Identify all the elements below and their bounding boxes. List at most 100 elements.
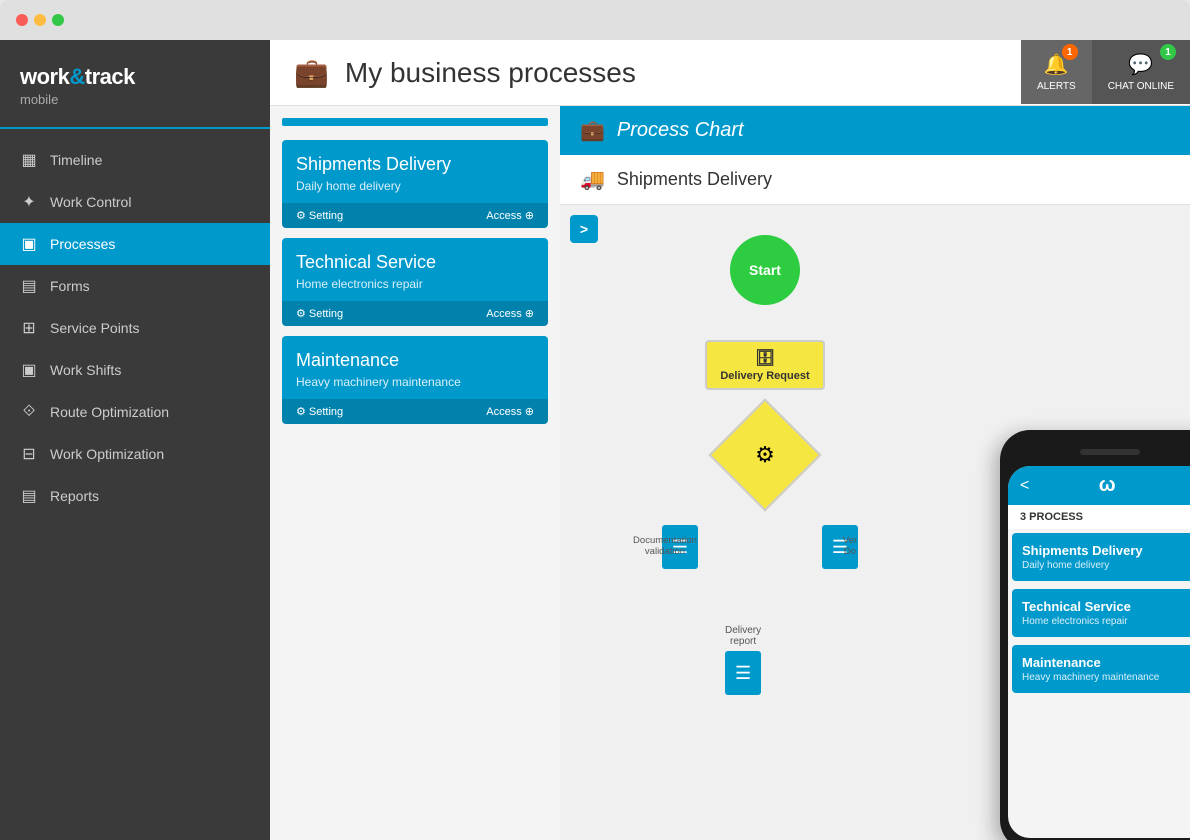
reports-icon: ▤ [20, 487, 38, 505]
access-link-shipments[interactable]: Access ⊕ [486, 209, 534, 222]
fullscreen-dot[interactable] [52, 14, 64, 26]
route-optimization-icon: ⟐ [20, 403, 38, 421]
phone-process-count: 3 PROCESS [1008, 505, 1190, 529]
sidebar-item-label: Work Optimization [50, 446, 164, 462]
page-title: My business processes [345, 57, 636, 89]
chart-subheader: 🚚 Shipments Delivery [560, 155, 1190, 205]
phone-screen: < ω 3 PROCESS Shipments Delivery Daily h… [1008, 466, 1190, 838]
browser-chrome [0, 0, 1190, 40]
chart-briefcase-icon: 💼 [580, 118, 605, 143]
phone-item-title: Technical Service [1022, 599, 1190, 614]
chart-header: 💼 Process Chart [560, 106, 1190, 155]
chat-icon: 💬 [1128, 52, 1153, 77]
phone-item-title: Maintenance [1022, 655, 1190, 670]
process-card-technical[interactable]: Technical Service Home electronics repai… [282, 238, 548, 326]
phone-logo: ω [1099, 474, 1115, 497]
doc-validation-label: Documentationvalidation [610, 535, 720, 557]
start-label: Start [749, 262, 781, 278]
phone-header: < ω [1008, 466, 1190, 505]
process-top-bar [282, 118, 548, 126]
phone-item-title: Shipments Delivery [1022, 543, 1190, 558]
process-subtitle-shipments: Daily home delivery [296, 179, 534, 193]
logo-subtitle: mobile [20, 92, 250, 107]
access-link-maintenance[interactable]: Access ⊕ [486, 405, 534, 418]
app-window: work&track mobile ▦ Timeline ✦ Work Cont… [0, 40, 1190, 840]
sidebar-item-label: Timeline [50, 152, 102, 168]
header-actions: 1 🔔 ALERTS 1 💬 CHAT ONLINE [1021, 40, 1190, 104]
phone-item-subtitle: Home electronics repair [1022, 616, 1190, 627]
phone-item-subtitle: Daily home delivery [1022, 560, 1190, 571]
sidebar-item-label: Processes [50, 236, 115, 252]
alerts-button[interactable]: 1 🔔 ALERTS [1021, 40, 1092, 104]
timeline-icon: ▦ [20, 151, 38, 169]
delivery-report-label: Deliveryreport [725, 625, 761, 647]
start-node: Start [730, 235, 800, 305]
sidebar-logo: work&track mobile [0, 40, 270, 129]
delivery-request-node: 🗄 Delivery Request [705, 340, 825, 390]
sidebar-nav: ▦ Timeline ✦ Work Control ▣ Processes ▤ … [0, 129, 270, 840]
setting-link-shipments[interactable]: ⚙ Setting [296, 209, 343, 222]
setting-link-technical[interactable]: ⚙ Setting [296, 307, 343, 320]
process-title-shipments: Shipments Delivery [296, 154, 534, 175]
work-shifts-icon: ▣ [20, 361, 38, 379]
sidebar-item-label: Work Shifts [50, 362, 121, 378]
truck-icon: 🚚 [580, 167, 605, 192]
alerts-badge: 1 [1062, 44, 1078, 60]
process-subtitle-technical: Home electronics repair [296, 277, 534, 291]
chat-badge: 1 [1160, 44, 1176, 60]
sidebar-item-label: Service Points [50, 320, 139, 336]
process-card-shipments[interactable]: Shipments Delivery Daily home delivery ⚙… [282, 140, 548, 228]
processes-icon: ▣ [20, 235, 38, 253]
sidebar: work&track mobile ▦ Timeline ✦ Work Cont… [0, 40, 270, 840]
work-control-icon: ✦ [20, 193, 38, 211]
process-title-maintenance: Maintenance [296, 350, 534, 371]
browser-dots [16, 14, 64, 26]
delivery-report-form: Deliveryreport ☰ [725, 625, 761, 695]
sidebar-item-work-control[interactable]: ✦ Work Control [0, 181, 270, 223]
delivery-report-icon: ☰ [725, 651, 761, 695]
chat-label: CHAT ONLINE [1108, 81, 1174, 92]
process-subtitle-maintenance: Heavy machinery maintenance [296, 375, 534, 389]
alerts-label: ALERTS [1037, 81, 1076, 92]
delivery-request-label: Delivery Request [720, 370, 809, 382]
briefcase-icon: 💼 [294, 56, 329, 89]
sidebar-item-label: Forms [50, 278, 90, 294]
access-link-technical[interactable]: Access ⊕ [486, 307, 534, 320]
chat-button[interactable]: 1 💬 CHAT ONLINE [1092, 40, 1190, 104]
sidebar-item-work-shifts[interactable]: ▣ Work Shifts [0, 349, 270, 391]
setting-link-maintenance[interactable]: ⚙ Setting [296, 405, 343, 418]
phone-item-maintenance[interactable]: Maintenance Heavy machinery maintenance [1012, 645, 1190, 693]
main-content: 💼 My business processes 1 🔔 ALERTS 1 💬 C… [270, 40, 1190, 840]
process-card-maintenance[interactable]: Maintenance Heavy machinery maintenance … [282, 336, 548, 424]
share-icon: ⚙ [727, 417, 803, 493]
phone-notch [1008, 442, 1190, 462]
process-list: Shipments Delivery Daily home delivery ⚙… [270, 106, 560, 840]
phone-mockup: < ω 3 PROCESS Shipments Delivery Daily h… [1000, 430, 1190, 840]
sidebar-item-reports[interactable]: ▤ Reports [0, 475, 270, 517]
main-header: 💼 My business processes 1 🔔 ALERTS 1 💬 C… [270, 40, 1190, 106]
chart-title: Process Chart [617, 119, 744, 142]
chart-body: > [560, 205, 1190, 840]
phone-back-button[interactable]: < [1020, 477, 1029, 495]
content-area: Shipments Delivery Daily home delivery ⚙… [270, 106, 1190, 840]
sidebar-item-forms[interactable]: ▤ Forms [0, 265, 270, 307]
sidebar-item-label: Work Control [50, 194, 131, 210]
work-optimization-icon: ⊟ [20, 445, 38, 463]
sidebar-item-route-optimization[interactable]: ⟐ Route Optimization [0, 391, 270, 433]
phone-item-subtitle: Heavy machinery maintenance [1022, 672, 1190, 683]
close-dot[interactable] [16, 14, 28, 26]
ver-do-label: VerDo [805, 535, 895, 557]
sidebar-item-timeline[interactable]: ▦ Timeline [0, 139, 270, 181]
sidebar-item-label: Reports [50, 488, 99, 504]
process-title-technical: Technical Service [296, 252, 534, 273]
process-chart-panel: 💼 Process Chart 🚚 Shipments Delivery > [560, 106, 1190, 840]
phone-item-technical-service[interactable]: Technical Service Home electronics repai… [1012, 589, 1190, 637]
phone-item-shipments-delivery[interactable]: Shipments Delivery Daily home delivery [1012, 533, 1190, 581]
sidebar-item-work-optimization[interactable]: ⊟ Work Optimization [0, 433, 270, 475]
sidebar-item-processes[interactable]: ▣ Processes [0, 223, 270, 265]
sidebar-item-label: Route Optimization [50, 404, 169, 420]
expand-button[interactable]: > [570, 215, 598, 243]
minimize-dot[interactable] [34, 14, 46, 26]
phone-notch-bar [1080, 449, 1140, 455]
sidebar-item-service-points[interactable]: ⊞ Service Points [0, 307, 270, 349]
